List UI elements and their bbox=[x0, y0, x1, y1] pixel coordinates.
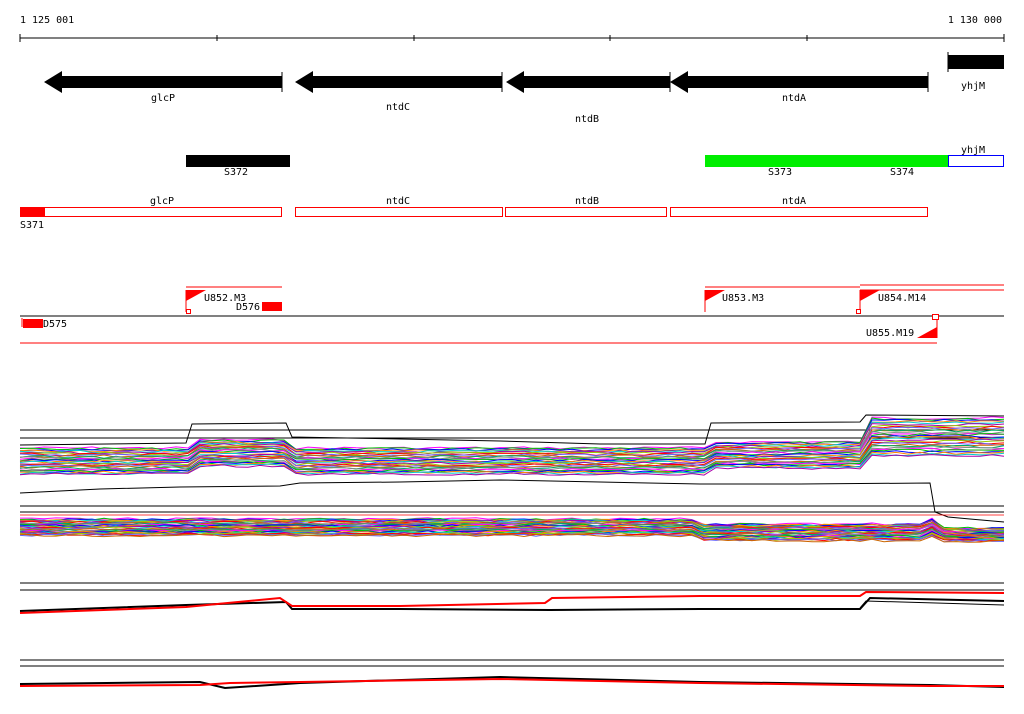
genome-browser-canvas: 1 125 001 1 130 000 glcP ntdC ntdB ntdA … bbox=[19, 15, 1005, 690]
expression-panel-1 bbox=[19, 414, 1005, 476]
segment-S372[interactable] bbox=[186, 155, 290, 167]
cds-outline-ntdA[interactable] bbox=[670, 207, 928, 217]
tu-U855-M19[interactable]: U855.M19 bbox=[20, 314, 939, 344]
tu-D575[interactable]: D575 bbox=[21, 318, 67, 330]
cds-label-glcP: glcP bbox=[150, 196, 174, 207]
tu-D576[interactable]: D576 bbox=[236, 302, 282, 313]
segment-S373-S374[interactable] bbox=[705, 155, 948, 167]
expression-panel-3 bbox=[19, 582, 1005, 614]
segment-label-S372: S372 bbox=[224, 167, 248, 178]
tu-label-U855-M19: U855.M19 bbox=[866, 328, 914, 339]
ruler-start-label: 1 125 001 bbox=[20, 15, 74, 26]
small-segment-S371[interactable] bbox=[20, 207, 45, 217]
tu-label-U853-M3: U853.M3 bbox=[722, 293, 764, 304]
gene-label-glcP: glcP bbox=[151, 93, 175, 104]
tu-U853-M3[interactable]: U853.M3 bbox=[704, 286, 860, 312]
gene-label-ntdA: ntdA bbox=[782, 93, 806, 104]
cds-outline-glcP[interactable] bbox=[20, 207, 282, 217]
ruler-end-label: 1 130 000 bbox=[948, 15, 1002, 26]
gene-track: glcP ntdC ntdB ntdA yhjM bbox=[44, 52, 1004, 125]
cds-outline-track: glcP S371 ntdC ntdB ntdA bbox=[20, 196, 928, 231]
small-segment-label-S371: S371 bbox=[20, 220, 44, 231]
gene-ntdC[interactable]: ntdC bbox=[295, 71, 503, 113]
gene-ntdA[interactable]: ntdA bbox=[670, 71, 929, 104]
tu-label-D576: D576 bbox=[236, 302, 260, 313]
transcription-unit-track: U852.M3 D576 U853.M3 U854.M14 D575 U855.… bbox=[20, 284, 1005, 344]
segment-label-S373: S373 bbox=[768, 167, 792, 178]
expression-panel-4 bbox=[19, 659, 1005, 690]
coordinate-ruler: 1 125 001 1 130 000 bbox=[19, 15, 1005, 42]
gene-glcP[interactable]: glcP bbox=[44, 71, 283, 104]
segment-yhjM[interactable] bbox=[948, 155, 1004, 167]
cds-label-ntdB: ntdB bbox=[575, 196, 599, 207]
gene-ntdB[interactable]: ntdB bbox=[506, 71, 671, 125]
cds-outline-ntdC[interactable] bbox=[295, 207, 503, 217]
tu-U854-M14[interactable]: U854.M14 bbox=[856, 284, 1005, 314]
gene-label-ntdB: ntdB bbox=[575, 114, 599, 125]
segment-label-S374: S374 bbox=[890, 167, 914, 178]
segment-label-yhjM: yhjM bbox=[961, 145, 985, 156]
expression-profile-line bbox=[19, 417, 1005, 451]
cds-label-ntdA: ntdA bbox=[782, 196, 806, 207]
segment-track: S372 S373 S374 yhjM bbox=[186, 145, 1004, 178]
tu-label-D575: D575 bbox=[43, 319, 67, 330]
gene-label-yhjM: yhjM bbox=[961, 81, 985, 92]
gene-label-ntdC: ntdC bbox=[386, 102, 410, 113]
cds-label-ntdC: ntdC bbox=[386, 196, 410, 207]
tu-label-U854-M14: U854.M14 bbox=[878, 293, 926, 304]
expression-panel-2 bbox=[19, 479, 1005, 543]
cds-outline-ntdB[interactable] bbox=[505, 207, 667, 217]
gene-yhjM[interactable]: yhjM bbox=[947, 52, 1004, 92]
